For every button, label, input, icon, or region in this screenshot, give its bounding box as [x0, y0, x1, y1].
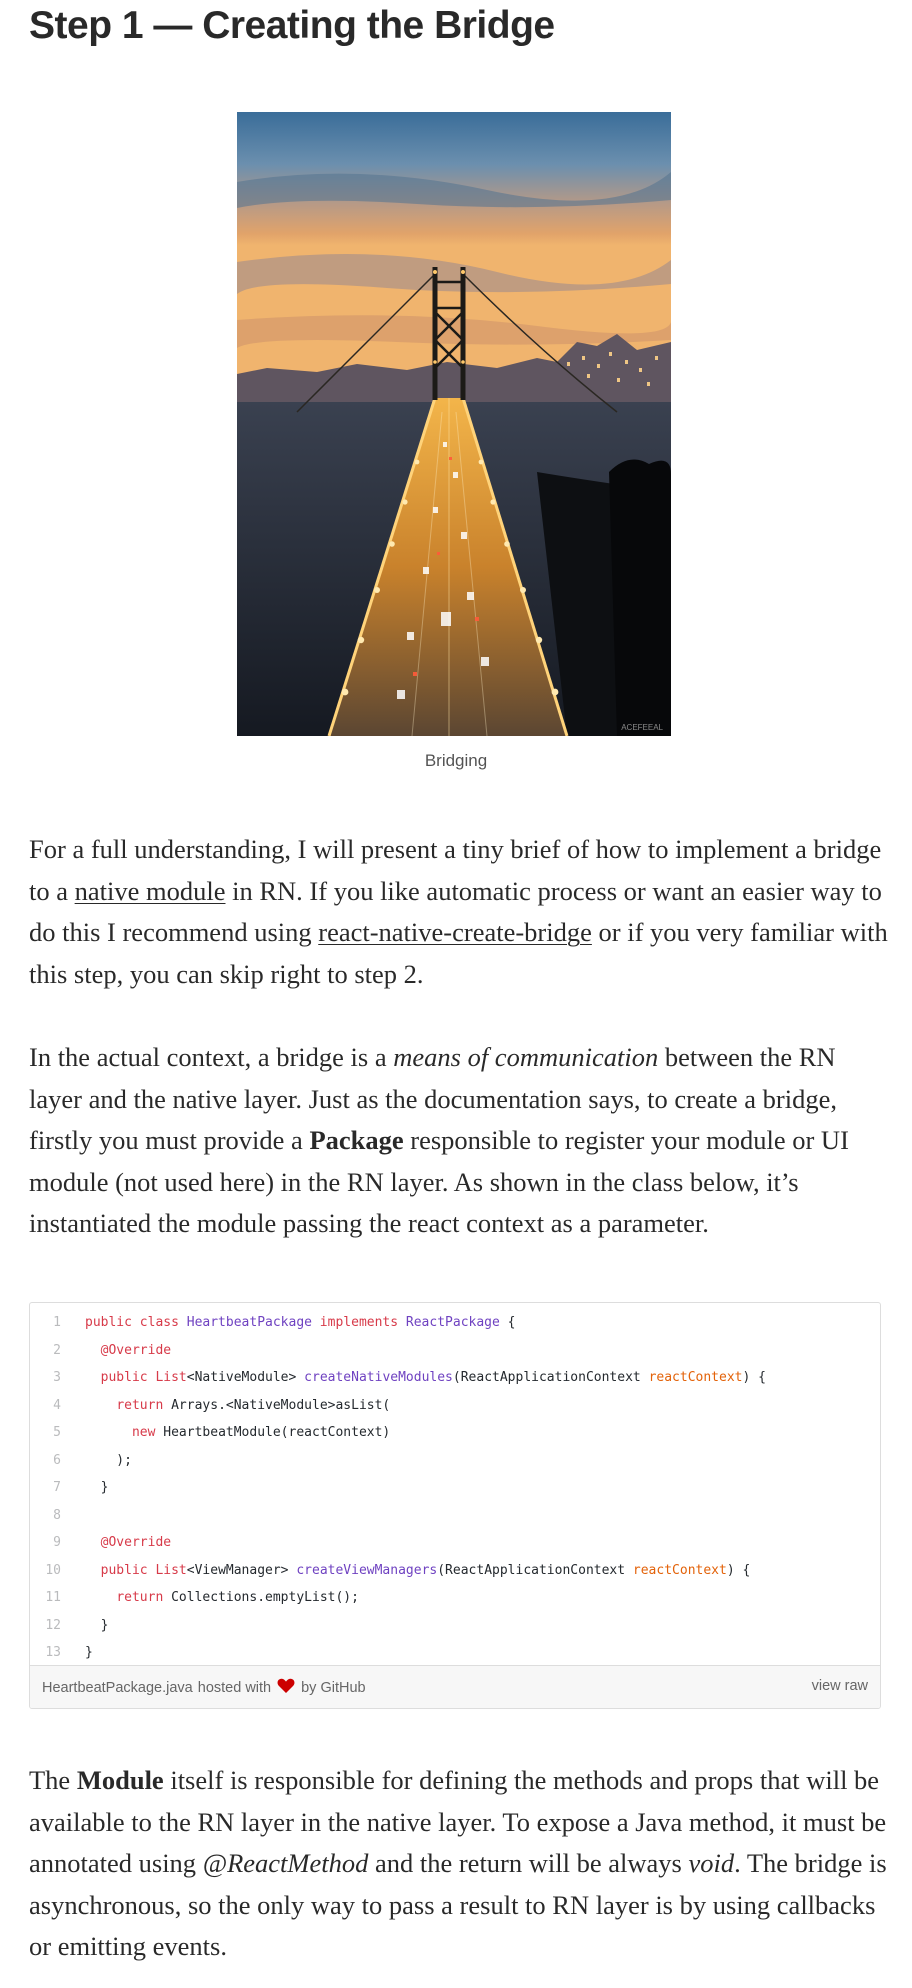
line-number: 9 — [53, 1535, 61, 1550]
paragraph-context: In the actual context, a bridge is a mea… — [29, 1037, 889, 1245]
code-token: reactContext — [648, 1370, 743, 1385]
code-token: { — [499, 1315, 516, 1330]
image-watermark: ACEFEEAL — [621, 723, 663, 732]
bridge-image: ACEFEEAL — [237, 112, 671, 736]
code-token: reactContext — [632, 1562, 727, 1578]
line-number: 1 — [53, 1315, 61, 1330]
code-token: createViewManagers — [296, 1562, 438, 1578]
react-native-create-bridge-link[interactable]: react-native-create-bridge — [318, 917, 592, 947]
code-token: } — [85, 1617, 109, 1633]
code-token: ) { — [726, 1562, 751, 1578]
code-line: 5 new HeartbeatModule(reactContext) — [30, 1419, 880, 1447]
bold-text: Module — [76, 1765, 164, 1795]
code-token: } — [85, 1480, 109, 1495]
code-token: createNativeModules — [304, 1370, 453, 1385]
native-module-link[interactable]: native module — [75, 876, 226, 906]
code-token: List — [155, 1562, 187, 1578]
code-token: } — [85, 1645, 93, 1660]
code-token: ) { — [742, 1370, 766, 1385]
code-token: ReactPackage — [405, 1315, 500, 1330]
line-number: 11 — [45, 1590, 61, 1605]
code-block[interactable]: 1 public class HeartbeatPackage implement… — [30, 1303, 880, 1667]
emphasis-text: means of communication — [393, 1042, 659, 1072]
section-heading: Step 1 — Creating the Bridge — [29, 4, 555, 47]
paragraph-text: In the actual context, a bridge is a — [29, 1042, 394, 1072]
paragraph-text: and the return will be always — [368, 1848, 689, 1878]
code-token: new — [131, 1425, 164, 1440]
gist-footer: HeartbeatPackage.java hosted with by Git… — [30, 1665, 880, 1708]
code-line: 4 return Arrays.<NativeModule>asList( — [30, 1392, 880, 1420]
code-line: 10 public List<ViewManager> createViewMa… — [30, 1557, 880, 1585]
line-number: 7 — [53, 1480, 61, 1495]
line-number: 8 — [53, 1507, 61, 1523]
line-number: 10 — [45, 1562, 61, 1578]
code-token: @Override — [100, 1535, 172, 1550]
code-line: 2 @Override — [30, 1337, 880, 1365]
code-token: public class — [85, 1315, 187, 1330]
paragraph-module: The Module itself is responsible for def… — [29, 1760, 889, 1968]
code-line: 13} — [30, 1639, 880, 1667]
hosted-with-text: hosted with — [197, 1680, 272, 1696]
line-number: 4 — [53, 1397, 61, 1413]
code-token: public — [100, 1370, 156, 1385]
code-line: 3 public List<NativeModule> createNative… — [30, 1364, 880, 1392]
code-token: Collections.emptyList(); — [171, 1590, 359, 1605]
code-token: List — [155, 1370, 187, 1385]
line-number: 2 — [53, 1342, 61, 1358]
paragraph-text: The — [29, 1765, 77, 1795]
code-line: 7 } — [30, 1474, 880, 1502]
line-number: 13 — [45, 1645, 61, 1660]
gist-filename-link[interactable]: HeartbeatPackage.java — [42, 1680, 193, 1696]
line-number: 6 — [53, 1452, 61, 1468]
code-line: 8 — [30, 1502, 880, 1530]
line-number: 12 — [45, 1617, 61, 1633]
view-raw-link[interactable]: view raw — [812, 1678, 868, 1694]
line-number: 5 — [53, 1425, 61, 1440]
code-token: ); — [85, 1452, 132, 1468]
emphasis-text: @ReactMethod — [202, 1848, 369, 1878]
code-token: <ViewManager> — [186, 1562, 297, 1578]
code-token: public — [100, 1562, 156, 1578]
heart-icon — [277, 1678, 295, 1698]
code-line: 12 } — [30, 1612, 880, 1640]
line-number: 3 — [53, 1370, 61, 1385]
image-caption: Bridging — [424, 751, 488, 770]
code-token: implements — [311, 1315, 406, 1330]
code-token: return — [116, 1590, 172, 1605]
code-token: (ReactApplicationContext — [452, 1370, 649, 1385]
code-token: (ReactApplicationContext — [437, 1562, 633, 1578]
article: Step 1 — Creating the Bridge ACEFEEAL Br… — [0, 0, 912, 1988]
code-line: 6 ); — [30, 1447, 880, 1475]
paragraph-intro: For a full understanding, I will present… — [29, 829, 889, 995]
bridge-photo-illustration: ACEFEEAL — [237, 112, 671, 736]
code-token: return — [116, 1397, 172, 1413]
emphasis-text: void — [688, 1848, 735, 1878]
code-gist: 1 public class HeartbeatPackage implement… — [29, 1302, 881, 1709]
code-line: 11 return Collections.emptyList(); — [30, 1584, 880, 1612]
code-token: Arrays.<NativeModule>asList( — [171, 1397, 391, 1413]
github-link[interactable]: by GitHub — [301, 1680, 365, 1696]
code-token: HeartbeatModule(reactContext) — [163, 1425, 391, 1440]
code-line: 1 public class HeartbeatPackage implement… — [30, 1309, 880, 1337]
code-token: HeartbeatPackage — [186, 1315, 312, 1330]
code-line: 9 @Override — [30, 1529, 880, 1557]
code-token: <NativeModule> — [186, 1370, 305, 1385]
code-token: @Override — [100, 1342, 172, 1358]
bold-text: Package — [309, 1125, 404, 1155]
